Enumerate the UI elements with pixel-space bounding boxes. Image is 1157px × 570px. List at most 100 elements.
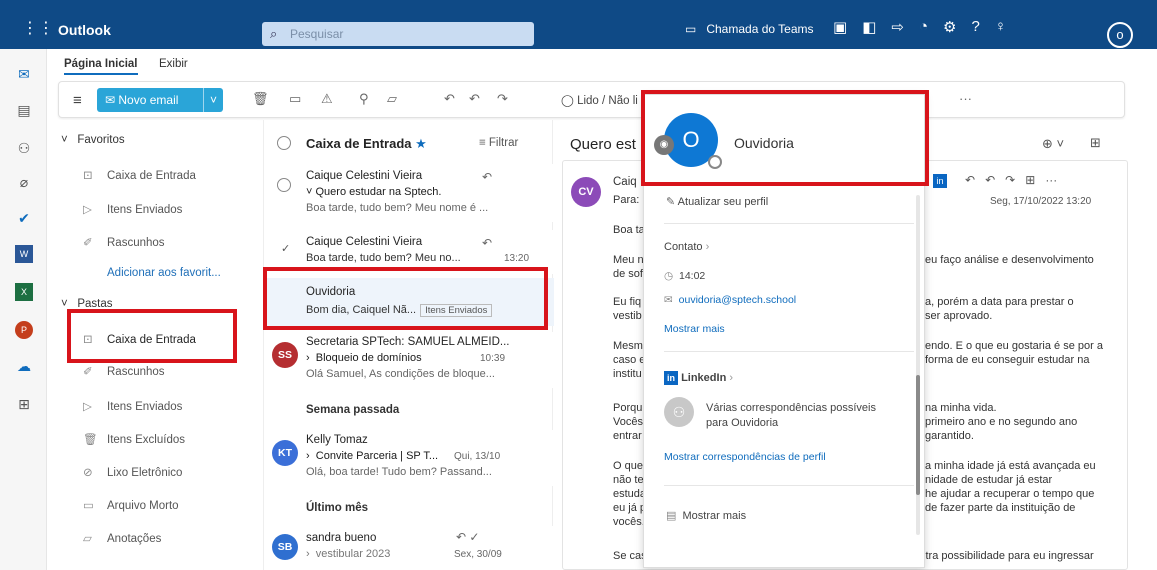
forward-icon[interactable]: ↷ <box>497 91 508 107</box>
app-rail: ✉ ▤ ⚇ ⌀ ✔ W X P ☁ ⊞ <box>0 49 47 570</box>
show-more-contact-link[interactable]: Mostrar mais <box>664 323 725 335</box>
expand-icon[interactable]: ⊞ <box>1090 135 1101 151</box>
office-icon[interactable]: ◧ <box>862 18 876 36</box>
onedrive-icon[interactable]: ☁ <box>15 357 33 375</box>
attach-icon[interactable]: ⌀ <box>15 173 33 191</box>
search-icon: ⌕ <box>270 26 278 41</box>
email-row[interactable]: ✉ ouvidoria@sptech.school <box>664 294 796 306</box>
more-icon[interactable]: ··· <box>959 91 972 106</box>
message-from: Caique Celestini Vieira <box>306 170 423 182</box>
trash-icon: 🗑 <box>83 434 98 446</box>
show-more-button[interactable]: ▤ Mostrar mais <box>666 509 746 522</box>
folder-deleted[interactable]: 🗑 Itens Excluídos <box>83 432 185 446</box>
tab-home[interactable]: Página Inicial <box>64 58 138 75</box>
scroll-thumb[interactable] <box>916 375 920 495</box>
linkedin-icon[interactable]: in <box>933 174 947 188</box>
star-icon[interactable]: ★ <box>415 136 427 151</box>
email-link[interactable]: ouvidoria@sptech.school <box>679 294 796 306</box>
favorites-header[interactable]: ˅ Favoritos <box>61 134 125 146</box>
search-input[interactable]: ⌕ Pesquisar <box>262 22 534 46</box>
forward-icon[interactable]: ↷ <box>1005 173 1015 187</box>
todo-icon[interactable]: ✔ <box>15 209 33 227</box>
favorites-label: Favoritos <box>77 134 125 146</box>
body-line: Mesm <box>613 340 643 352</box>
fav-sent-label: Itens Enviados <box>107 204 183 216</box>
show-profile-matches-link[interactable]: Mostrar correspondências de perfil <box>664 451 826 463</box>
list-item[interactable]: SS Secretaria SPTech: SAMUEL ALMEID... ›… <box>264 332 554 388</box>
report-icon[interactable]: ⚠ <box>321 91 333 107</box>
calendar-icon[interactable]: ▤ <box>15 101 33 119</box>
powerpoint-icon[interactable]: P <box>15 321 33 339</box>
apps-icon[interactable]: ⊞ <box>15 395 33 413</box>
body-line: de sof <box>613 268 643 280</box>
add-favorites-link[interactable]: Adicionar aos favorit... <box>107 267 221 279</box>
reply-icon: ↶ <box>482 236 493 250</box>
brand-title[interactable]: Outlook <box>58 22 111 38</box>
chat-icon[interactable]: ▣ <box>833 18 847 36</box>
body-line: institu <box>613 368 642 380</box>
reply-icon[interactable]: ↶ <box>965 173 975 187</box>
archive-icon[interactable]: ▭ <box>289 91 301 107</box>
move-icon[interactable]: ▱ <box>387 91 397 107</box>
mail-icon[interactable]: ✉ <box>15 65 33 83</box>
help-icon[interactable]: ? <box>971 18 979 36</box>
read-unread-button[interactable]: ◯ Lido / Não li <box>561 93 638 107</box>
folder-junk-label: Lixo Eletrônico <box>107 467 183 479</box>
word-icon[interactable]: W <box>15 245 33 263</box>
folder-drafts[interactable]: ✐ Rascunhos <box>83 364 165 378</box>
delete-icon[interactable]: 🗑 <box>252 91 269 107</box>
body-line: Boa ta <box>613 224 645 236</box>
lightbulb-icon[interactable]: ♀ <box>995 18 1006 36</box>
folder-archive[interactable]: ▭ Arquivo Morto <box>83 498 179 512</box>
avatar: SS <box>272 342 298 368</box>
bell-icon[interactable]: ◔ <box>919 18 928 36</box>
select-checkbox[interactable] <box>277 178 291 192</box>
excel-icon[interactable]: X <box>15 283 33 301</box>
fav-sent[interactable]: ▷ Itens Enviados <box>83 202 182 216</box>
tab-view[interactable]: Exibir <box>159 58 188 70</box>
teams-call-button[interactable]: ▭ Chamada do Teams <box>685 22 814 36</box>
body-line: a minha idade já está avançada eu <box>925 460 1096 472</box>
filter-button[interactable]: ≡ Filtrar <box>479 137 518 149</box>
ribbon-toolbar: ≡ ✉ Novo email ˅ 🗑 ▭ ⚠ ⚲ ▱ ↶ ↶ ↷ ◯ Lido … <box>58 81 1125 118</box>
zoom-icon[interactable]: ⊕ ˅ <box>1042 136 1064 152</box>
message-time: 10:39 <box>480 353 506 364</box>
share-icon[interactable]: ⇨ <box>891 18 904 36</box>
people-icon[interactable]: ⚇ <box>15 139 33 157</box>
sweep-icon[interactable]: ⚲ <box>359 91 369 107</box>
folder-notes[interactable]: ▱ Anotações <box>83 531 161 545</box>
list-item[interactable]: Caique Celestini Vieira ˅ Quero estudar … <box>264 164 554 222</box>
folder-junk[interactable]: ⊘ Lixo Eletrônico <box>83 465 182 479</box>
new-mail-button[interactable]: ✉ Novo email ˅ <box>97 88 223 112</box>
body-line: na minha vida. <box>925 402 997 414</box>
list-item[interactable]: SB sandra bueno › vestibular 2023 Sex, 3… <box>264 526 554 570</box>
message-time: Sex, 30/09 <box>454 549 502 560</box>
menu-icon[interactable]: ≡ <box>73 92 82 109</box>
select-all-checkbox[interactable] <box>277 136 291 150</box>
folder-sent[interactable]: ▷ Itens Enviados <box>83 399 182 413</box>
send-icon: ▷ <box>83 204 92 216</box>
draft-icon: ✐ <box>83 366 93 378</box>
highlight-box-message <box>263 267 548 330</box>
more-icon[interactable]: ··· <box>1045 173 1057 187</box>
fav-inbox[interactable]: ⊡ Caixa de Entrada <box>83 168 196 182</box>
list-item[interactable]: KT Kelly Tomaz › Convite Parceria | SP T… <box>264 430 554 486</box>
gear-icon[interactable]: ⚙ <box>943 18 956 36</box>
app-launcher-icon[interactable]: ⋮⋮ <box>22 18 54 38</box>
grid-icon[interactable]: ⊞ <box>1025 173 1035 187</box>
sender-avatar[interactable]: CV <box>571 177 601 207</box>
chevron-down-icon[interactable]: ˅ <box>203 88 223 112</box>
message-list-title: Caixa de Entrada ★ <box>306 136 427 152</box>
account-avatar[interactable]: o <box>1107 22 1133 48</box>
contact-section-header[interactable]: Contato › <box>664 241 709 253</box>
reply-all-icon[interactable]: ↶ <box>469 91 480 107</box>
update-profile-link[interactable]: ✎ Atualizar seu perfil <box>666 195 768 208</box>
sender-name[interactable]: Caiq <box>613 175 637 189</box>
fav-drafts[interactable]: ✐ Rascunhos <box>83 235 165 249</box>
mail-icon-small: ✉ <box>105 93 119 107</box>
draft-icon: ✐ <box>83 237 93 249</box>
linkedin-section-header[interactable]: in LinkedIn › <box>664 371 733 385</box>
card-scrollbar[interactable] <box>916 195 920 535</box>
reply-all-icon[interactable]: ↶ <box>985 173 995 187</box>
reply-icon[interactable]: ↶ <box>444 91 455 107</box>
